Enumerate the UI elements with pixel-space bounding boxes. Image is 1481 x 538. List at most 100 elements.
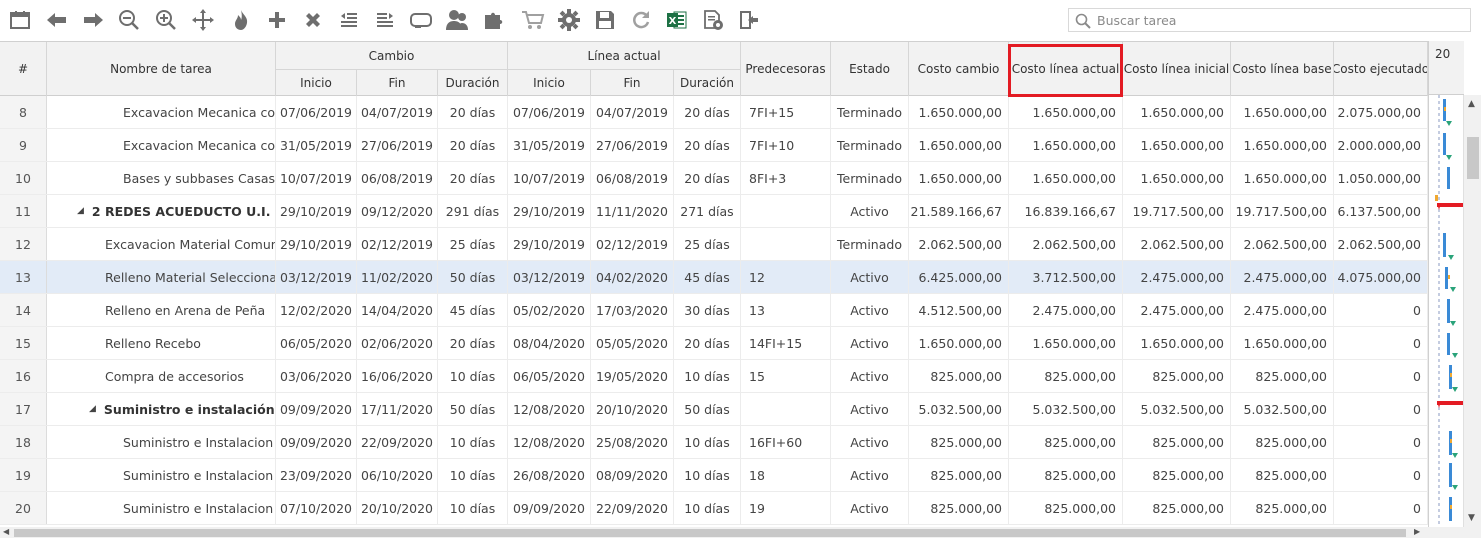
table-row[interactable]: 10 Bases y subbases Casas, 10/07/2019 06/08… [0, 162, 1463, 195]
cell-costo-ejecutado[interactable]: 0 [1334, 294, 1428, 326]
cell-predecesoras[interactable]: 12 [741, 261, 831, 293]
table-row[interactable]: 19 Suministro e Instalacion 23/09/2020 06/1… [0, 459, 1463, 492]
cell-linea-duracion[interactable]: 20 días [674, 327, 741, 359]
calendar-icon[interactable] [7, 7, 33, 33]
cell-num[interactable]: 17 [0, 393, 47, 425]
cell-linea-fin[interactable]: 19/05/2020 [591, 360, 674, 392]
cell-costo-linea-actual[interactable]: 1.650.000,00 [1009, 129, 1123, 161]
cell-task-name[interactable]: Suministro e Instalacion [47, 492, 276, 524]
cell-costo-linea-inicial[interactable]: 825.000,00 [1123, 426, 1231, 458]
cell-linea-inicio[interactable]: 09/09/2020 [508, 492, 591, 524]
cell-cambio-duracion[interactable]: 10 días [438, 459, 508, 491]
cell-num[interactable]: 18 [0, 426, 47, 458]
cell-linea-fin[interactable]: 11/11/2020 [591, 195, 674, 227]
cell-costo-ejecutado[interactable]: 0 [1334, 459, 1428, 491]
cell-cambio-fin[interactable]: 11/02/2020 [357, 261, 438, 293]
scroll-down-icon[interactable]: ▼ [1468, 513, 1475, 523]
cell-cambio-inicio[interactable]: 07/10/2020 [276, 492, 357, 524]
cell-linea-duracion[interactable]: 45 días [674, 261, 741, 293]
cell-cambio-inicio[interactable]: 23/09/2020 [276, 459, 357, 491]
cell-task-name[interactable]: Excavacion Material Comun [47, 228, 276, 260]
cell-cambio-duracion[interactable]: 10 días [438, 360, 508, 392]
cell-cambio-inicio[interactable]: 09/09/2020 [276, 426, 357, 458]
cell-costo-cambio[interactable]: 4.512.500,00 [909, 294, 1009, 326]
cell-linea-inicio[interactable]: 26/08/2020 [508, 459, 591, 491]
document-settings-icon[interactable] [700, 7, 726, 33]
zoom-out-icon[interactable] [116, 7, 142, 33]
cell-estado[interactable]: Activo [831, 261, 909, 293]
cell-linea-duracion[interactable]: 271 días [674, 195, 741, 227]
cell-cambio-inicio[interactable]: 29/10/2019 [276, 228, 357, 260]
cell-costo-linea-inicial[interactable]: 2.475.000,00 [1123, 261, 1231, 293]
cell-costo-linea-actual[interactable]: 2.062.500,00 [1009, 228, 1123, 260]
scroll-right-icon[interactable]: ▶ [1414, 527, 1420, 536]
cell-cambio-duracion[interactable]: 45 días [438, 294, 508, 326]
header-linea-inicio[interactable]: Inicio [508, 69, 591, 96]
fire-icon[interactable] [228, 7, 254, 33]
cell-linea-inicio[interactable]: 10/07/2019 [508, 162, 591, 194]
cell-costo-cambio[interactable]: 825.000,00 [909, 459, 1009, 491]
arrow-right-icon[interactable] [80, 7, 106, 33]
cell-predecesoras[interactable]: 13 [741, 294, 831, 326]
table-row[interactable]: 8 Excavacion Mecanica con 07/06/2019 04/07/… [0, 96, 1463, 129]
cell-costo-linea-base[interactable]: 2.475.000,00 [1231, 261, 1334, 293]
cell-task-name[interactable]: ◢ Suministro e instalación [47, 393, 276, 425]
header-task-name[interactable]: Nombre de tarea [47, 42, 276, 96]
cell-cambio-inicio[interactable]: 09/09/2020 [276, 393, 357, 425]
cell-costo-ejecutado[interactable]: 0 [1334, 492, 1428, 524]
header-num[interactable]: # [0, 42, 47, 96]
settings-icon[interactable] [556, 7, 582, 33]
cell-linea-duracion[interactable]: 30 días [674, 294, 741, 326]
cell-cambio-duracion[interactable]: 20 días [438, 96, 508, 128]
cell-task-name[interactable]: Relleno Recebo [47, 327, 276, 359]
cell-estado[interactable]: Activo [831, 294, 909, 326]
cell-linea-duracion[interactable]: 20 días [674, 129, 741, 161]
cell-costo-linea-actual[interactable]: 825.000,00 [1009, 360, 1123, 392]
cell-costo-linea-base[interactable]: 5.032.500,00 [1231, 393, 1334, 425]
cell-cambio-duracion[interactable]: 20 días [438, 129, 508, 161]
cell-cambio-fin[interactable]: 02/12/2019 [357, 228, 438, 260]
cell-costo-cambio[interactable]: 825.000,00 [909, 360, 1009, 392]
cell-costo-linea-base[interactable]: 1.650.000,00 [1231, 96, 1334, 128]
cell-costo-linea-inicial[interactable]: 825.000,00 [1123, 360, 1231, 392]
cell-num[interactable]: 8 [0, 96, 47, 128]
cell-costo-linea-actual[interactable]: 16.839.166,67 [1009, 195, 1123, 227]
cell-costo-linea-actual[interactable]: 825.000,00 [1009, 459, 1123, 491]
vertical-scroll-thumb[interactable] [1467, 137, 1479, 179]
cell-linea-inicio[interactable]: 07/06/2019 [508, 96, 591, 128]
cell-linea-duracion[interactable]: 20 días [674, 96, 741, 128]
table-row[interactable]: 12 Excavacion Material Comun 29/10/2019 02/… [0, 228, 1463, 261]
cell-cambio-fin[interactable]: 22/09/2020 [357, 426, 438, 458]
header-predecesoras[interactable]: Predecesoras [741, 42, 831, 96]
cell-estado[interactable]: Activo [831, 426, 909, 458]
cell-costo-cambio[interactable]: 825.000,00 [909, 492, 1009, 524]
cell-costo-linea-base[interactable]: 1.650.000,00 [1231, 327, 1334, 359]
cell-linea-fin[interactable]: 08/09/2020 [591, 459, 674, 491]
cell-linea-inicio[interactable]: 06/05/2020 [508, 360, 591, 392]
table-row[interactable]: 16 Compra de accesorios 03/06/2020 16/06/20… [0, 360, 1463, 393]
cell-num[interactable]: 11 [0, 195, 47, 227]
cell-predecesoras[interactable]: 8FI+3 [741, 162, 831, 194]
move-icon[interactable] [190, 7, 216, 33]
cell-num[interactable]: 19 [0, 459, 47, 491]
cell-num[interactable]: 12 [0, 228, 47, 260]
cell-costo-linea-actual[interactable]: 1.650.000,00 [1009, 162, 1123, 194]
cell-estado[interactable]: Activo [831, 459, 909, 491]
cell-costo-ejecutado[interactable]: 0 [1334, 360, 1428, 392]
cell-cambio-inicio[interactable]: 29/10/2019 [276, 195, 357, 227]
cell-costo-linea-inicial[interactable]: 825.000,00 [1123, 492, 1231, 524]
cell-linea-duracion[interactable]: 10 días [674, 459, 741, 491]
cell-cambio-fin[interactable]: 20/10/2020 [357, 492, 438, 524]
cell-cambio-inicio[interactable]: 31/05/2019 [276, 129, 357, 161]
horizontal-scroll-thumb[interactable] [14, 529, 1406, 537]
cell-costo-linea-inicial[interactable]: 19.717.500,00 [1123, 195, 1231, 227]
cell-costo-linea-actual[interactable]: 5.032.500,00 [1009, 393, 1123, 425]
cell-estado[interactable]: Activo [831, 393, 909, 425]
cell-linea-duracion[interactable]: 10 días [674, 360, 741, 392]
outdent-icon[interactable] [336, 7, 362, 33]
table-row[interactable]: 11 ◢ 2 REDES ACUEDUCTO U.I. 29/10/2019 09/12… [0, 195, 1463, 228]
cell-linea-inicio[interactable]: 03/12/2019 [508, 261, 591, 293]
cell-costo-linea-inicial[interactable]: 825.000,00 [1123, 459, 1231, 491]
cell-num[interactable]: 10 [0, 162, 47, 194]
cell-costo-linea-inicial[interactable]: 1.650.000,00 [1123, 129, 1231, 161]
